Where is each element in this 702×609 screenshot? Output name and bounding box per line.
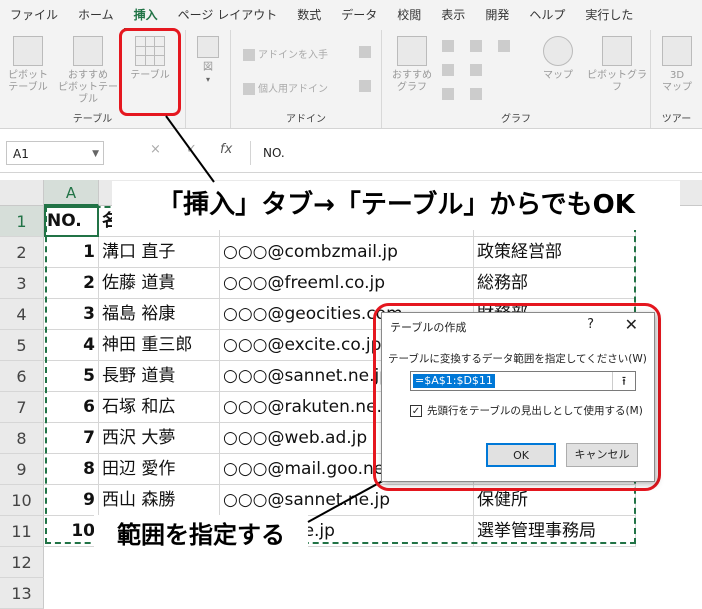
ok-button[interactable]: OK	[486, 443, 556, 467]
header-row-checkbox[interactable]: ✓	[410, 405, 422, 417]
create-table-dialog: テーブルの作成 ? ✕ テーブルに変換するデータ範囲を指定してください(W) =…	[381, 312, 655, 482]
header-row-label: 先頭行をテーブルの見出しとして使用する(M)	[427, 405, 643, 417]
cancel-button[interactable]: キャンセル	[566, 443, 638, 467]
range-prompt: テーブルに変換するデータ範囲を指定してください(W)	[388, 353, 647, 365]
collapse-dialog-icon[interactable]: ⭱	[612, 372, 635, 390]
range-value: =$A$1:$D$11	[413, 374, 495, 388]
close-icon[interactable]: ✕	[625, 315, 638, 334]
help-icon[interactable]: ?	[587, 317, 594, 332]
range-input[interactable]: =$A$1:$D$11 ⭱	[410, 371, 636, 391]
dialog-title: テーブルの作成	[390, 321, 467, 334]
callout-leaders	[165, 115, 389, 523]
